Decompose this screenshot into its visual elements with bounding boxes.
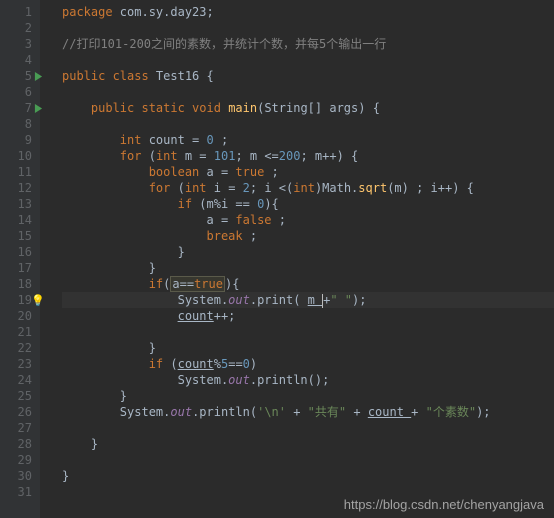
line-number: 22 (4, 340, 32, 356)
line-number: 28 (4, 436, 32, 452)
code-line: for (int i = 2; i <(int)Math.sqrt(m) ; i… (62, 180, 554, 196)
code-line: a = false ; (62, 212, 554, 228)
code-line: int count = 0 ; (62, 132, 554, 148)
line-number: 30 (4, 468, 32, 484)
code-line: } (62, 436, 554, 452)
code-line (62, 116, 554, 132)
code-area[interactable]: package com.sy.day23; //打印101-200之间的素数，并… (40, 0, 554, 518)
line-number: 7 (4, 100, 32, 116)
code-line: } (62, 340, 554, 356)
line-number: 19 (4, 292, 32, 308)
watermark: https://blog.csdn.net/chenyangjava (344, 497, 544, 512)
line-number: 9 (4, 132, 32, 148)
code-line (62, 452, 554, 468)
line-number: 1 (4, 4, 32, 20)
line-number: 10 (4, 148, 32, 164)
line-number: 27 (4, 420, 32, 436)
code-line: public static void main(String[] args) { (62, 100, 554, 116)
code-line (62, 324, 554, 340)
line-number: 3 (4, 36, 32, 52)
code-line: break ; (62, 228, 554, 244)
line-number: 14 (4, 212, 32, 228)
code-line: boolean a = true ; (62, 164, 554, 180)
code-line: System.out.println(); (62, 372, 554, 388)
line-number: 20 (4, 308, 32, 324)
line-number: 26 (4, 404, 32, 420)
line-number: 21 (4, 324, 32, 340)
line-number: 8 (4, 116, 32, 132)
code-line: } (62, 468, 554, 484)
line-number: 4 (4, 52, 32, 68)
line-number: 12 (4, 180, 32, 196)
code-line: public class Test16 { (62, 68, 554, 84)
code-line: if (count%5==0) (62, 356, 554, 372)
line-number: 2 (4, 20, 32, 36)
code-line: if (m%i == 0){ (62, 196, 554, 212)
line-number: 29 (4, 452, 32, 468)
line-number: 24 (4, 372, 32, 388)
line-number: 13 (4, 196, 32, 212)
line-number: 6 (4, 84, 32, 100)
code-line: for (int m = 101; m <=200; m++) { (62, 148, 554, 164)
code-line: } (62, 260, 554, 276)
code-line (62, 20, 554, 36)
line-number: 18 (4, 276, 32, 292)
code-line: } (62, 388, 554, 404)
line-number: 15 (4, 228, 32, 244)
code-line: package com.sy.day23; (62, 4, 554, 20)
code-line (62, 84, 554, 100)
code-editor: 1 2 3 4 5 6 7 8 9 10 11 12 13 14 15 16 1… (0, 0, 554, 518)
code-line: if(a==true){ (62, 276, 554, 292)
code-line: //打印101-200之间的素数，并统计个数，并每5个输出一行 (62, 36, 554, 52)
line-number: 16 (4, 244, 32, 260)
code-line (62, 420, 554, 436)
line-number: 25 (4, 388, 32, 404)
line-number: 17 (4, 260, 32, 276)
line-number: 23 (4, 356, 32, 372)
code-line: count++; (62, 308, 554, 324)
line-number: 31 (4, 484, 32, 500)
code-line (62, 52, 554, 68)
code-line-current: System.out.print( m +" "); (62, 292, 554, 308)
line-number: 5 (4, 68, 32, 84)
code-line: System.out.println('\n' + "共有" + count +… (62, 404, 554, 420)
line-number: 11 (4, 164, 32, 180)
code-line: } (62, 244, 554, 260)
